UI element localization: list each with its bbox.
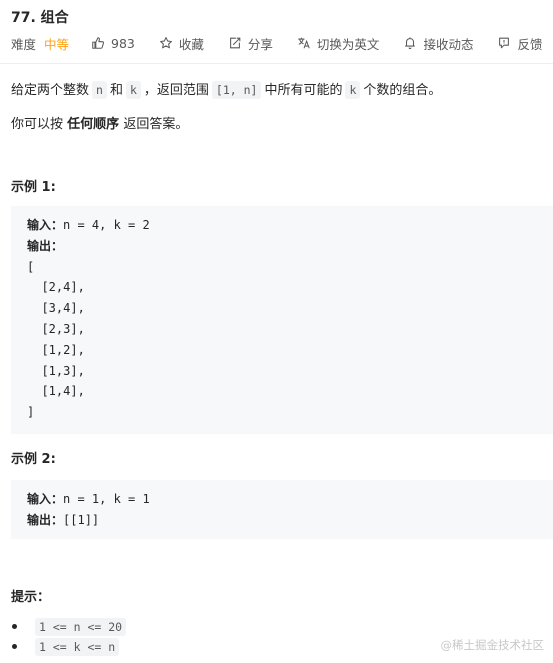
- output-line: [3,4],: [27, 301, 85, 316]
- input-value: n = 1, k = 1: [63, 492, 150, 506]
- difficulty-label: 难度: [11, 36, 37, 52]
- description-paragraph-1: 给定两个整数 n 和 k ，返回范围 [1, n] 中所有可能的 k 个数的组合。: [11, 79, 442, 99]
- share-icon: [230, 37, 241, 49]
- example-1-input-line: 输入：n = 4, k = 2: [27, 215, 537, 236]
- description-paragraph-2: 你可以按 任何顺序 返回答案。: [11, 113, 188, 132]
- like-count: 983: [111, 35, 135, 51]
- watermark: @稀土掘金技术社区: [440, 638, 545, 652]
- example-2-title: 示例 2:: [11, 452, 56, 467]
- list-item: 1 <= n <= 20: [11, 617, 129, 637]
- feedback-icon: [499, 37, 510, 49]
- difficulty-badge: 中等: [44, 36, 70, 52]
- switch-language-label: 切换为英文: [316, 36, 380, 52]
- subscribe-button[interactable]: 接收动态: [403, 34, 473, 53]
- example-2-code-block: 输入：n = 1, k = 1 输出：[[1]]: [11, 480, 553, 539]
- output-label: 输出：: [27, 238, 64, 253]
- output-line: [: [27, 259, 35, 274]
- header-divider: [0, 63, 553, 64]
- bell-icon: [405, 37, 416, 50]
- share-label: 分享: [247, 36, 273, 52]
- text-span: 给定两个整数: [11, 83, 90, 98]
- example-1-code-block: 输入：n = 4, k = 2 输出： [ [2,4], [3,4], [2,3],…: [11, 206, 553, 434]
- output-value: [[1]]: [63, 512, 100, 527]
- favorite-label: 收藏: [178, 36, 204, 52]
- star-icon: [159, 37, 172, 49]
- inline-code-k: k: [345, 81, 361, 99]
- example-2-input-line: 输入：n = 1, k = 1: [27, 489, 537, 510]
- thumbs-up-icon: [92, 37, 105, 49]
- output-line: [1,3],: [27, 363, 85, 378]
- favorite-button[interactable]: 收藏: [159, 34, 204, 53]
- output-label: 输出：: [27, 512, 64, 527]
- text-span: 和: [109, 83, 123, 98]
- output-line: [1,2],: [27, 342, 85, 357]
- hints-title: 提示：: [11, 590, 51, 605]
- inline-code-n: n: [92, 81, 107, 99]
- input-label: 输入：: [27, 218, 64, 232]
- output-line: [1,4],: [27, 384, 85, 399]
- text-span: 中所有可能的: [264, 83, 343, 98]
- output-line: [2,4],: [27, 280, 85, 295]
- switch-language-button[interactable]: 切换为英文: [297, 34, 380, 53]
- feedback-label: 反馈: [517, 36, 543, 52]
- text-span: ，返回范围: [143, 83, 209, 98]
- like-button[interactable]: 983: [91, 36, 135, 51]
- output-line: ]: [27, 405, 35, 420]
- inline-code-range: [1, n]: [211, 81, 262, 99]
- list-item: 1 <= k <= n: [11, 637, 129, 657]
- text-span: 你可以按: [11, 117, 64, 132]
- output-line: [2,3],: [27, 321, 85, 336]
- problem-meta-bar: 难度 中等 983 收藏 分享 切换为英文 接收动态 反馈: [11, 34, 553, 52]
- translate-icon: [298, 37, 310, 49]
- subscribe-label: 接收动态: [423, 36, 474, 52]
- example-1-title: 示例 1:: [11, 180, 56, 195]
- hint-code: 1 <= n <= 20: [35, 618, 127, 636]
- hint-code: 1 <= k <= n: [35, 638, 120, 656]
- text-span: 个数的组合。: [363, 83, 442, 98]
- text-span: 返回答案。: [123, 117, 189, 132]
- feedback-button[interactable]: 反馈: [497, 34, 542, 53]
- share-button[interactable]: 分享: [228, 34, 273, 53]
- hints-list: 1 <= n <= 20 1 <= k <= n: [11, 617, 129, 657]
- inline-code-k: k: [125, 81, 141, 99]
- input-value: n = 4, k = 2: [63, 218, 150, 232]
- input-label: 输入：: [27, 492, 64, 506]
- example-2-output-line: 输出：[[1]]: [27, 510, 537, 531]
- bold-text: 任何顺序: [67, 117, 120, 132]
- problem-title: 77. 组合: [11, 10, 69, 26]
